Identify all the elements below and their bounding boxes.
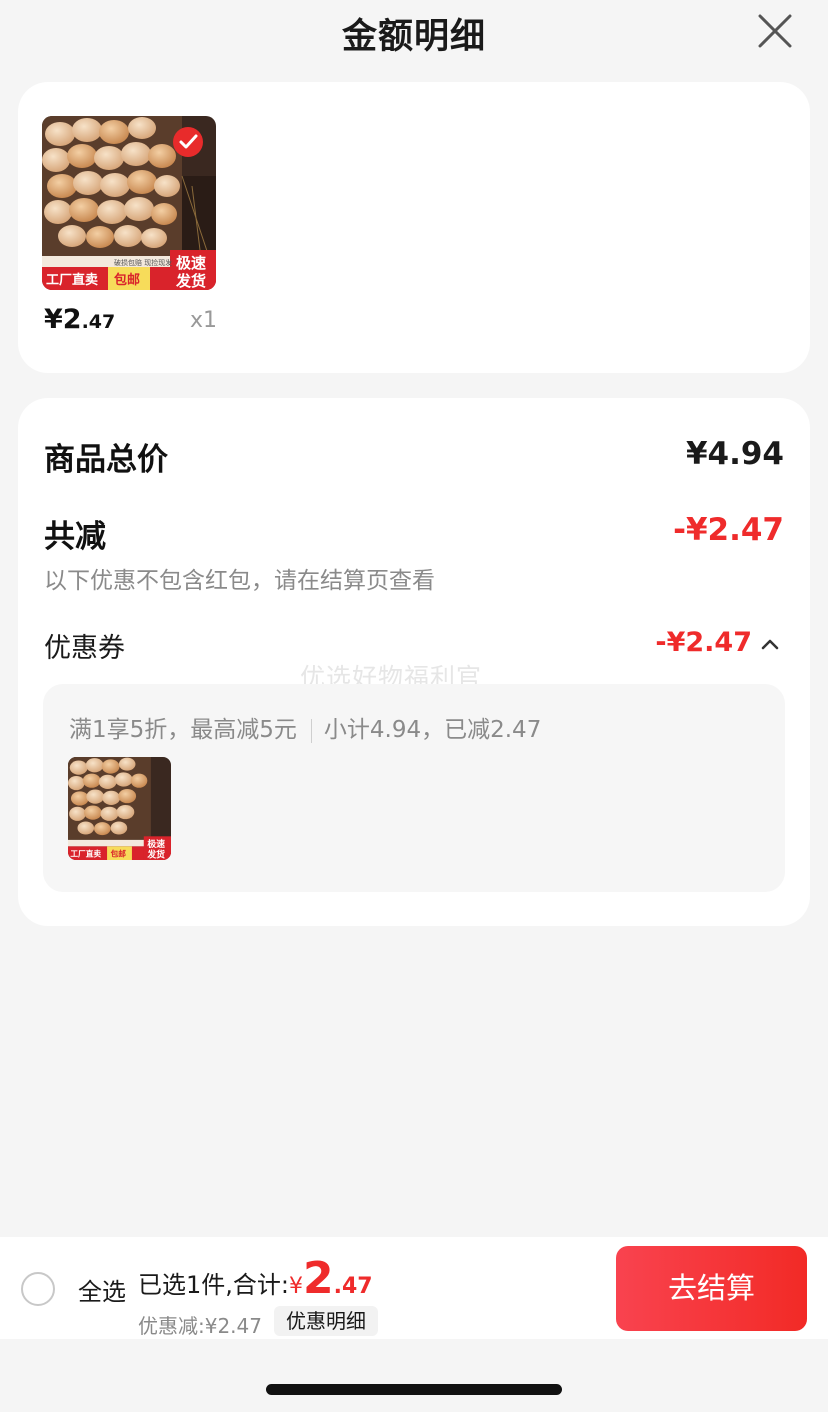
coupon-rule-text: 满1享5折，最高减5元 小计4.94，已减2.47 bbox=[69, 710, 541, 744]
summary-int: 2 bbox=[302, 1253, 334, 1304]
checkout-button[interactable]: 去结算 bbox=[616, 1246, 807, 1331]
badge-fast-small-2: 发货 bbox=[146, 849, 165, 860]
summary-currency: ¥ bbox=[288, 1274, 303, 1299]
home-indicator bbox=[266, 1384, 562, 1395]
product-qty: x1 bbox=[190, 308, 218, 333]
price-breakdown-card: 商品总价 ¥4.94 共减 -¥2.47 以下优惠不包含红包，请在结算页查看 优… bbox=[18, 398, 810, 926]
product-price: ¥2.47 bbox=[44, 304, 115, 335]
total-value: ¥4.94 bbox=[685, 436, 784, 472]
discount-note: 以下优惠不包含红包，请在结算页查看 bbox=[44, 568, 435, 594]
coupon-product-image: 工厂直卖 包邮 极速 发货 bbox=[68, 757, 171, 860]
header: 金额明细 bbox=[0, 0, 828, 64]
product-image[interactable]: 破损包赔 现捡现发 工厂直卖 包邮 极速 发货 bbox=[42, 116, 216, 290]
badge-fast-2: 发货 bbox=[175, 272, 206, 290]
strip-text: 破损包赔 现捡现发 bbox=[114, 258, 172, 267]
select-all-radio[interactable] bbox=[21, 1272, 55, 1306]
badge-fast-small-1: 极速 bbox=[147, 838, 165, 850]
total-label: 商品总价 bbox=[44, 442, 168, 478]
close-icon[interactable] bbox=[756, 12, 794, 50]
chevron-up-icon[interactable] bbox=[760, 638, 780, 650]
coupon-value[interactable]: -¥2.47 bbox=[655, 627, 752, 658]
checkout-bar: 全选 已选1件,合计:¥2.47 优惠减:¥2.47 优惠明细 去结算 bbox=[0, 1237, 828, 1339]
divider bbox=[310, 718, 312, 743]
price-dec: .47 bbox=[81, 311, 116, 333]
summary-dec: .47 bbox=[333, 1274, 373, 1299]
coupon-subtotal: 小计4.94，已减2.47 bbox=[323, 717, 542, 743]
badge-free-ship-small: 包邮 bbox=[111, 848, 127, 858]
badge-free-ship: 包邮 bbox=[114, 272, 140, 288]
price-int: 2 bbox=[62, 304, 82, 335]
badge-factory: 工厂直卖 bbox=[46, 272, 98, 288]
coupon-rule: 满1享5折，最高减5元 bbox=[69, 717, 297, 743]
discount-detail-button[interactable]: 优惠明细 bbox=[274, 1306, 378, 1336]
coupon-label[interactable]: 优惠券 bbox=[44, 626, 125, 665]
reduce-value: -¥2.47 bbox=[673, 512, 784, 548]
page-title: 金额明细 bbox=[341, 17, 486, 57]
select-all-label[interactable]: 全选 bbox=[78, 1272, 126, 1307]
discount-amount: 优惠减:¥2.47 bbox=[138, 1314, 262, 1338]
badge-fast-1: 极速 bbox=[176, 254, 206, 272]
order-summary: 已选1件,合计:¥2.47 bbox=[138, 1257, 373, 1301]
badge-factory-small: 工厂直卖 bbox=[70, 848, 101, 858]
reduce-label: 共减 bbox=[44, 519, 106, 555]
product-card: 破损包赔 现捡现发 工厂直卖 包邮 极速 发货 ¥2.47 x1 bbox=[18, 82, 810, 373]
price-currency: ¥ bbox=[44, 304, 63, 335]
summary-prefix: 已选1件,合计: bbox=[138, 1271, 289, 1299]
coupon-detail: 满1享5折，最高减5元 小计4.94，已减2.47 工厂直卖 包邮 极速 发货 bbox=[43, 684, 785, 892]
